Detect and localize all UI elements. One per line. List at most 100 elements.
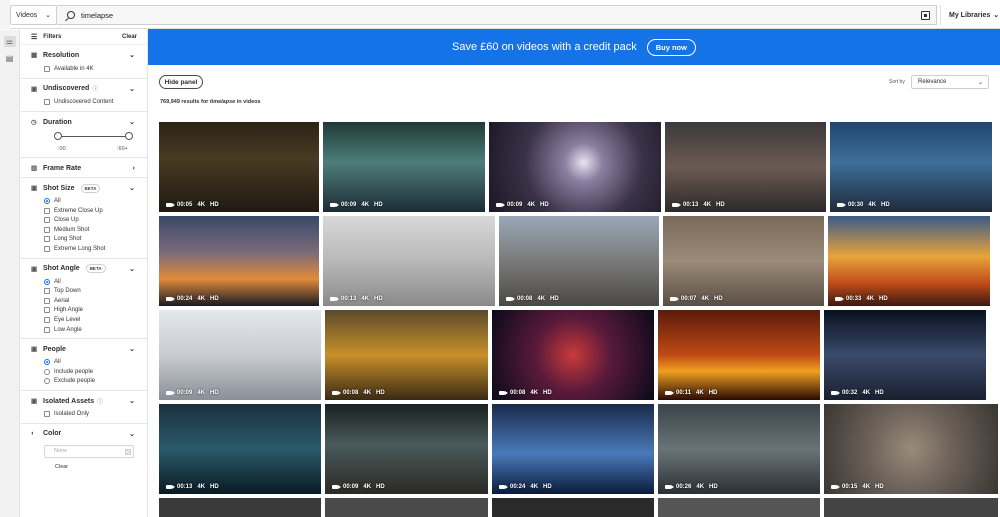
video-thumbnail[interactable]: 00:26 4K HD: [658, 404, 820, 494]
content-type-select[interactable]: Videos ⌄: [10, 5, 57, 25]
checkbox[interactable]: [44, 316, 50, 323]
checkbox[interactable]: [44, 326, 50, 333]
checkbox[interactable]: [44, 307, 50, 314]
slider-max-handle[interactable]: [125, 132, 133, 141]
video-thumbnail[interactable]: 00:33 4K HD: [828, 216, 990, 306]
shot-size-option[interactable]: Extreme Long Shot: [31, 244, 135, 254]
duration-header[interactable]: ◷ Duration ⌄: [31, 117, 135, 127]
shot-angle-option[interactable]: High Angle: [31, 306, 135, 316]
frame-rate-header[interactable]: ▥ Frame Rate ‹: [31, 163, 135, 173]
video-thumbnail[interactable]: [159, 498, 321, 517]
radio-selected[interactable]: [44, 278, 50, 285]
color-swatch-icon[interactable]: [125, 448, 131, 455]
color-clear-button[interactable]: Clear: [31, 458, 135, 470]
video-thumbnail[interactable]: 00:24 4K HD: [159, 216, 319, 306]
shot-angle-option[interactable]: Top Down: [31, 286, 135, 296]
people-option[interactable]: All: [31, 357, 135, 367]
video-camera-icon: [166, 297, 175, 301]
people-header[interactable]: ▣ People ⌄: [31, 344, 135, 354]
checkbox[interactable]: [44, 217, 50, 224]
checkbox[interactable]: [44, 65, 50, 72]
radio-selected[interactable]: [44, 359, 50, 366]
color-header[interactable]: ◐ Color ⌄: [31, 429, 135, 439]
shot-angle-option[interactable]: Eye Level: [31, 315, 135, 325]
video-thumbnail[interactable]: 00:11 4K HD: [658, 310, 820, 400]
video-thumbnail[interactable]: 00:32 4K HD: [824, 310, 986, 400]
shot-size-option[interactable]: Extreme Close Up: [31, 206, 135, 216]
isolated-assets-header[interactable]: ▣ Isolated Assets ⓘ ⌄: [31, 396, 135, 406]
filter-option[interactable]: Isolated Only: [31, 409, 135, 419]
checkbox[interactable]: [44, 226, 50, 233]
search-input[interactable]: timelapse: [57, 5, 937, 25]
shot-size-header[interactable]: ▣ Shot Size BETA ⌄: [31, 183, 135, 193]
checkbox[interactable]: [44, 288, 50, 295]
video-thumbnail[interactable]: [824, 498, 998, 517]
video-meta: 00:13 4K HD: [672, 202, 730, 208]
video-thumbnail[interactable]: 00:09 4K HD: [325, 404, 488, 494]
my-libraries-button[interactable]: My Libraries ⌄: [940, 5, 1000, 25]
video-thumbnail[interactable]: 00:09 4K HD: [323, 122, 485, 212]
video-thumbnail[interactable]: 00:24 4K HD: [492, 404, 654, 494]
slider-min-handle[interactable]: [54, 132, 62, 141]
video-resolution: 4K: [361, 296, 370, 302]
clear-filters-button[interactable]: Clear: [122, 34, 137, 40]
results-text: results for: [179, 99, 210, 105]
video-thumbnail[interactable]: 00:08 4K HD: [492, 310, 654, 400]
video-duration: 00:13: [341, 296, 357, 302]
hide-panel-button[interactable]: Hide panel: [159, 75, 203, 89]
video-thumbnail[interactable]: 00:09 4K HD: [159, 310, 321, 400]
video-thumbnail[interactable]: 00:13 4K HD: [665, 122, 826, 212]
checkbox[interactable]: [44, 297, 50, 304]
search-value: timelapse: [81, 10, 114, 20]
video-thumbnail[interactable]: 00:13 4K HD: [323, 216, 495, 306]
video-thumbnail[interactable]: [658, 498, 820, 517]
people-option[interactable]: Include people: [31, 367, 135, 377]
checkbox[interactable]: [44, 245, 50, 252]
video-duration: 00:05: [177, 202, 193, 208]
shot-angle-option[interactable]: Low Angle: [31, 325, 135, 335]
color-title: Color: [43, 430, 62, 438]
filters-toggle-icon[interactable]: ⚌: [3, 36, 16, 47]
shot-angle-option[interactable]: Aerial: [31, 296, 135, 306]
checkbox[interactable]: [44, 207, 50, 214]
sort-select[interactable]: Relevance ⌄: [911, 75, 989, 89]
video-thumbnail[interactable]: [325, 498, 488, 517]
shot-size-option[interactable]: Close Up: [31, 215, 135, 225]
video-thumbnail[interactable]: 00:08 4K HD: [325, 310, 488, 400]
info-icon[interactable]: ⓘ: [97, 397, 103, 406]
people-icon: ▣: [31, 346, 38, 354]
info-icon[interactable]: ⓘ: [92, 84, 98, 93]
libraries-icon[interactable]: ▤: [4, 53, 16, 64]
shot-size-option[interactable]: Long Shot: [31, 235, 135, 245]
video-meta: 00:15 4K HD: [831, 484, 889, 490]
checkbox[interactable]: [44, 99, 50, 106]
filter-option[interactable]: Available in 4K: [31, 64, 135, 74]
filter-option[interactable]: Undiscovered Content: [31, 98, 135, 108]
video-meta: 00:09 4K HD: [166, 390, 224, 396]
video-thumbnail[interactable]: 00:09 4K HD: [489, 122, 661, 212]
undiscovered-header[interactable]: ▣ Undiscovered ⓘ ⌄: [31, 84, 135, 94]
video-thumbnail[interactable]: [492, 498, 654, 517]
visual-search-icon[interactable]: [921, 11, 930, 20]
video-thumbnail[interactable]: 00:05 4K HD: [159, 122, 319, 212]
duration-slider[interactable]: :00 :60+: [31, 127, 135, 153]
video-thumbnail[interactable]: 00:30 4K HD: [830, 122, 992, 212]
people-option[interactable]: Exclude people: [31, 377, 135, 387]
radio[interactable]: [44, 378, 50, 385]
video-thumbnail[interactable]: 00:15 4K HD: [824, 404, 998, 494]
shot-size-option[interactable]: Medium Shot: [31, 225, 135, 235]
checkbox[interactable]: [44, 410, 50, 417]
checkbox[interactable]: [44, 236, 50, 243]
video-thumbnail[interactable]: 00:07 4K HD: [663, 216, 824, 306]
radio-selected[interactable]: [44, 197, 50, 204]
shot-angle-header[interactable]: ▣ Shot Angle BETA ⌄: [31, 264, 135, 274]
color-input[interactable]: None: [44, 444, 134, 458]
shot-angle-option[interactable]: All: [31, 277, 135, 287]
video-thumbnail[interactable]: 00:08 4K HD: [499, 216, 659, 306]
buy-now-button[interactable]: Buy now: [646, 38, 696, 56]
video-thumbnail[interactable]: 00:13 4K HD: [159, 404, 321, 494]
radio[interactable]: [44, 368, 50, 375]
video-duration: 00:08: [343, 390, 359, 396]
shot-size-option[interactable]: All: [31, 196, 135, 206]
resolution-header[interactable]: ▦ Resolution ⌄: [31, 50, 135, 60]
